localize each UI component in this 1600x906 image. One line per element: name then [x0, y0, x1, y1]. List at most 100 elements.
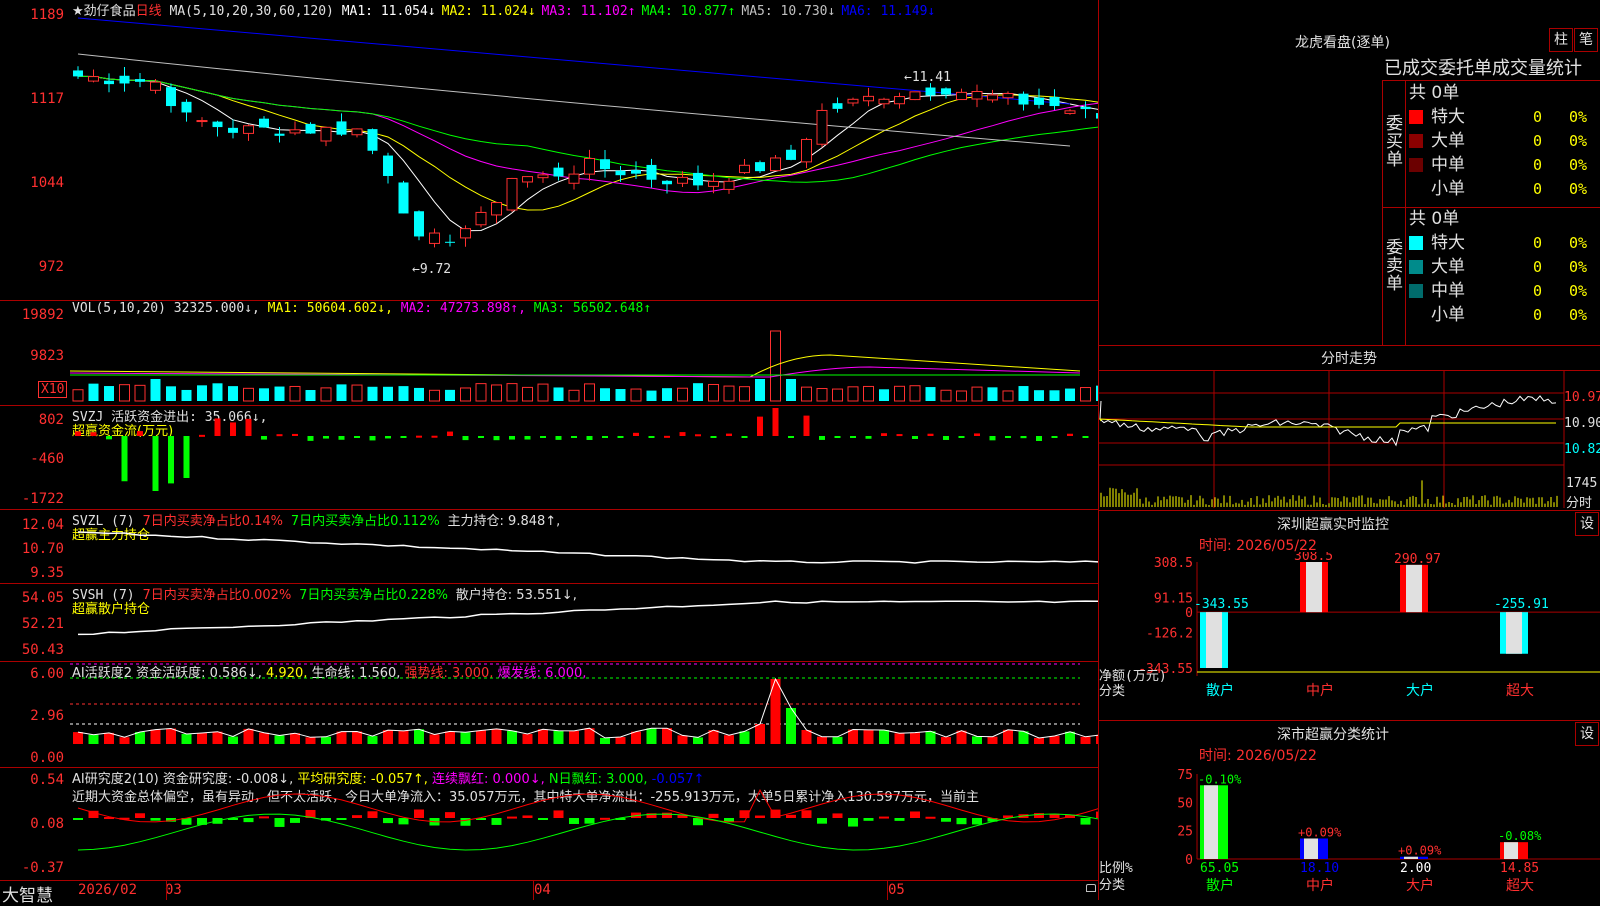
main-chart-area[interactable]: ★劲仔食品日线 MA(5,10,20,30,60,120) MA1: 11.05… — [0, 0, 1098, 906]
volume-bar — [212, 383, 223, 401]
flow-bar — [927, 433, 934, 436]
candle — [305, 123, 316, 134]
price-panel[interactable]: ★劲仔食品日线 MA(5,10,20,30,60,120) MA1: 11.05… — [0, 0, 1098, 300]
net-value-label: 308.5 — [1294, 552, 1333, 564]
activity-bar — [88, 734, 99, 744]
volume-bar — [847, 386, 859, 402]
flow-bar — [199, 434, 205, 437]
flow-bar — [307, 436, 314, 441]
order-percent: 0% — [1569, 282, 1588, 300]
svzl-panel[interactable]: SVZL (7) 7日内买卖净占比0.14% 7日内买卖净占比0.112% 主力… — [0, 510, 1098, 582]
research-bar — [801, 810, 812, 818]
price-y-tick: 1189 — [30, 7, 64, 23]
candle — [631, 170, 641, 174]
intraday-avg-line — [1099, 418, 1556, 428]
brand-label[interactable]: 大智慧 — [2, 881, 53, 906]
research-bar — [553, 810, 564, 818]
flow-bar — [447, 431, 453, 436]
activity-bar — [1003, 729, 1013, 744]
order-count: 0 — [1533, 282, 1543, 300]
activity-bar — [739, 731, 750, 744]
order-percent: 0% — [1569, 132, 1588, 150]
sz-monitor-settings-button[interactable]: 设 — [1575, 512, 1599, 536]
holding-line — [77, 531, 1098, 564]
candle — [662, 180, 672, 185]
volume-bar — [1065, 388, 1075, 401]
buy-side-label: 委买单 — [1386, 114, 1403, 170]
ai-activity-panel[interactable]: AI活跃度2 资金活跃度: 0.586↓, 4.920, 生命线: 1.560,… — [0, 662, 1098, 766]
order-count: 0 — [1533, 180, 1543, 198]
flow-bar — [958, 436, 965, 438]
activity-bar — [197, 732, 207, 744]
candle — [1018, 93, 1029, 105]
ma-line — [77, 53, 1071, 147]
activity-bar — [817, 736, 827, 744]
candle — [600, 159, 610, 170]
activity-bar — [212, 731, 223, 744]
flow-bar — [416, 435, 422, 438]
volume-bar — [708, 383, 719, 402]
activity-bar — [972, 736, 982, 744]
activity-bar — [615, 737, 626, 744]
bar-mode-button[interactable]: 柱 — [1549, 28, 1573, 52]
flow-bar — [1051, 436, 1058, 438]
candle — [398, 182, 409, 214]
svzj-panel[interactable]: SVZJ 活跃资金进出: 35.066↓, 超赢资金流(万元) 802 -460… — [0, 406, 1098, 508]
ai-research-panel[interactable]: AI研究度2(10) 资金研究度: -0.008↓, 平均研究度: -0.057… — [0, 768, 1098, 880]
volume-bar — [693, 383, 703, 401]
flow-bar — [1036, 436, 1042, 441]
intraday-chart[interactable] — [1099, 371, 1600, 509]
volume-panel[interactable]: VOL(5,10,20) 32325.000↓, MA1: 50604.602↓… — [0, 301, 1098, 404]
order-stats-tabs[interactable]: 已成交委托单成交量统计 — [1384, 54, 1582, 80]
candle — [755, 162, 765, 172]
volume-bar — [398, 386, 409, 401]
ratio-bar-chart[interactable]: 75 50 25 0 比例% 分类 -0.10% 65.05散户 +0.09% 18.10中户 +0… — [1099, 760, 1600, 900]
candle — [553, 167, 564, 177]
activity-bar — [910, 732, 920, 744]
research-bar — [352, 815, 362, 818]
research-bar — [584, 818, 595, 824]
main-holding-line[interactable] — [70, 510, 1098, 582]
volume-bars[interactable] — [70, 315, 1098, 403]
candlestick-chart[interactable] — [70, 16, 1098, 298]
candle — [181, 101, 192, 113]
flow-bar — [850, 436, 856, 438]
flow-bar — [819, 436, 825, 440]
activity-bar — [414, 729, 424, 744]
volume-bar — [662, 388, 672, 401]
lock-icon[interactable] — [1086, 884, 1096, 892]
volume-bar — [568, 389, 580, 402]
intraday-vol-label: 分时 — [1566, 496, 1593, 511]
order-color-swatch — [1409, 284, 1423, 298]
activity-bar — [135, 731, 145, 744]
flow-bar — [726, 433, 732, 436]
research-bars[interactable] — [70, 768, 1098, 880]
candle — [909, 91, 921, 101]
sz-class-settings-button[interactable]: 设 — [1575, 722, 1599, 746]
tick-mode-button[interactable]: 笔 — [1574, 28, 1598, 52]
retail-holding-line[interactable] — [70, 584, 1098, 660]
fund-flow-bars[interactable] — [70, 406, 1098, 508]
volume-bar — [351, 384, 363, 402]
holding-line — [77, 600, 1098, 636]
category-label: 散户 — [1206, 682, 1234, 699]
volume-bar — [677, 387, 688, 402]
activity-bar — [693, 737, 703, 744]
volume-bar — [119, 384, 130, 402]
volume-bar — [553, 387, 564, 401]
dragon-tiger-title: 龙虎看盘(逐单) — [1295, 35, 1390, 51]
candle — [615, 170, 626, 176]
net-y-tick: -126.2 — [1146, 627, 1193, 642]
net-amount-bar-chart[interactable]: 308.591.150-126.2-343.55净额(万元)分类-343.55散… — [1099, 552, 1600, 720]
volume-bar — [971, 386, 983, 402]
flow-bar — [571, 436, 577, 438]
category-label: 中户 — [1306, 682, 1334, 699]
price-y-tick: 972 — [38, 259, 64, 275]
svsh-panel[interactable]: SVSH (7) 7日内买卖净占比0.002% 7日内买卖净占比0.228% 散… — [0, 584, 1098, 660]
activity-bars[interactable] — [70, 662, 1098, 766]
activity-bar — [1065, 731, 1075, 744]
ratio-change-label: +0.09% — [1398, 844, 1442, 858]
flow-bar — [664, 435, 670, 438]
x-axis-date: 2026/02 — [78, 882, 138, 898]
research-bar — [925, 816, 936, 819]
